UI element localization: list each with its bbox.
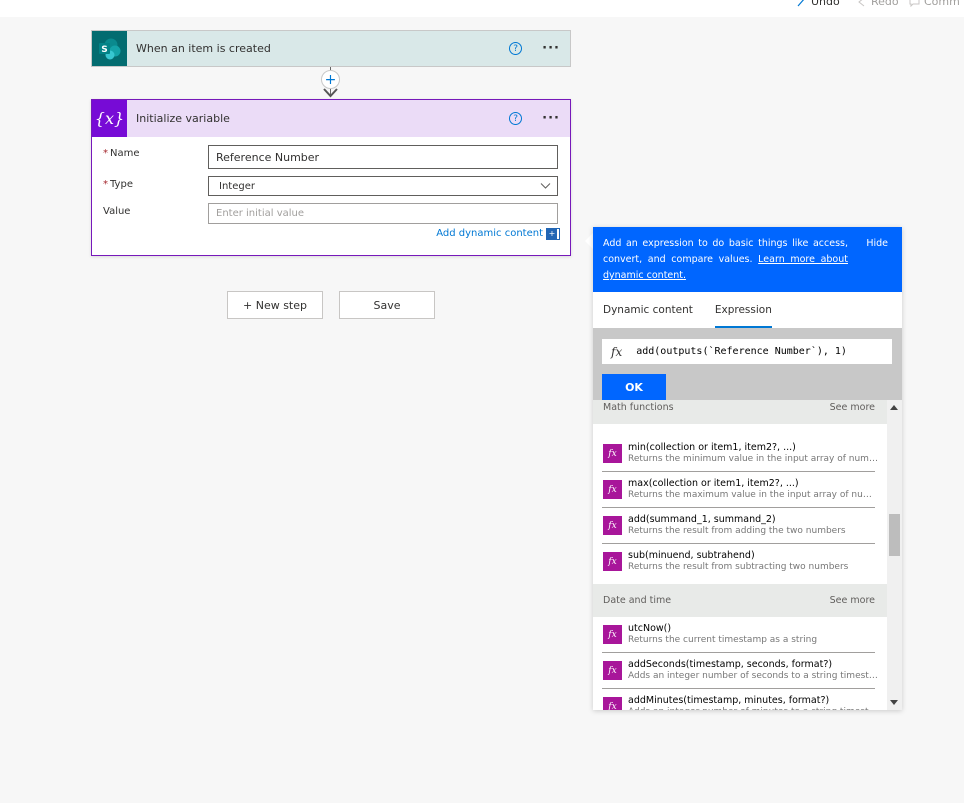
help-icon[interactable]: ? (509, 42, 523, 55)
comments-button[interactable]: Comm (909, 0, 960, 8)
scroll-down-icon[interactable] (890, 700, 898, 705)
add-dynamic-content-link[interactable]: Add dynamic content + (436, 227, 560, 240)
expression-area: fx add(outputs(`Reference Number`), 1) O… (593, 328, 902, 400)
section-header-datetime: Date and time See more (593, 584, 887, 617)
function-name: addMinutes(timestamp, minutes, format?) (628, 695, 830, 706)
redo-label: Redo (871, 0, 899, 8)
redo-button[interactable]: Redo (856, 0, 899, 8)
panel-tabs: Dynamic content Expression (593, 292, 902, 328)
trigger-card[interactable]: S When an item is created ? ··· (91, 30, 571, 67)
function-name: add(summand_1, summand_2) (628, 514, 776, 525)
sharepoint-icon: S (92, 31, 127, 66)
value-input[interactable]: Enter initial value (208, 203, 558, 224)
add-dynamic-content-icon: + (546, 227, 560, 240)
function-item[interactable]: fx addSeconds(timestamp, seconds, format… (593, 653, 887, 689)
section-title: Date and time (603, 595, 672, 606)
panel-pointer (585, 233, 593, 249)
see-more-link[interactable]: See more (830, 595, 875, 606)
action-title: Initialize variable (136, 112, 230, 125)
tab-dynamic-content[interactable]: Dynamic content (603, 292, 693, 328)
function-desc: Returns the maximum value in the input a… (628, 490, 878, 500)
command-bar: Undo Redo Comm (0, 0, 964, 17)
function-item[interactable]: fx add(summand_1, summand_2) Returns the… (593, 508, 887, 544)
function-desc: Adds an integer number of seconds to a s… (628, 671, 878, 681)
name-input[interactable]: Reference Number (208, 145, 558, 169)
section-title: Math functions (603, 402, 674, 413)
info-text: Add an expression to do basic things lik… (603, 238, 848, 281)
see-more-link[interactable]: See more (830, 402, 875, 413)
function-item[interactable]: fx sub(minuend, subtrahend) Returns the … (593, 544, 887, 580)
type-select-value: Integer (219, 180, 255, 192)
fx-icon: fx (603, 661, 622, 680)
fx-icon: fx (603, 697, 622, 710)
arrow-down-icon (323, 88, 338, 98)
function-desc: Returns the result from subtracting two … (628, 562, 849, 572)
value-label: Value (103, 206, 131, 217)
function-list: Math functions See more fx min(collectio… (593, 400, 887, 710)
required-mark: * (103, 148, 108, 159)
function-name: sub(minuend, subtrahend) (628, 550, 755, 561)
scrollbar-thumb[interactable] (889, 514, 900, 556)
more-options-icon[interactable]: ··· (542, 42, 560, 55)
fx-icon: fx (611, 344, 623, 359)
function-name: utcNow() (628, 623, 672, 634)
function-name: min(collection or item1, item2?, ...) (628, 442, 796, 453)
new-step-button[interactable]: + New step (227, 291, 323, 319)
chevron-down-icon (540, 183, 551, 189)
fx-icon: fx (603, 516, 622, 535)
more-options-icon[interactable]: ··· (542, 112, 560, 125)
fx-icon: fx (603, 552, 622, 571)
undo-icon (797, 0, 805, 7)
hide-button[interactable]: Hide (866, 236, 888, 252)
function-item[interactable]: fx addMinutes(timestamp, minutes, format… (593, 689, 887, 710)
insert-step-button[interactable]: + (321, 70, 340, 89)
function-desc: Returns the minimum value in the input a… (628, 454, 878, 464)
fx-icon: fx (603, 444, 622, 463)
comment-icon (909, 0, 920, 7)
ok-button[interactable]: OK (602, 374, 666, 400)
variable-icon: {x} (92, 100, 127, 137)
function-item[interactable]: fx max(collection or item1, item2?, ...)… (593, 472, 887, 508)
function-desc: Returns the result from adding the two n… (628, 526, 846, 536)
tab-expression[interactable]: Expression (714, 292, 772, 328)
function-name: max(collection or item1, item2?, ...) (628, 478, 799, 489)
save-button[interactable]: Save (339, 291, 435, 319)
expression-text: add(outputs(`Reference Number`), 1) (636, 346, 847, 357)
function-desc: Returns the current timestamp as a strin… (628, 635, 818, 645)
panel-info-banner: Add an expression to do basic things lik… (593, 227, 902, 292)
function-item[interactable]: fx utcNow() Returns the current timestam… (593, 617, 887, 653)
action-header[interactable]: {x} Initialize variable ? ··· (92, 100, 570, 137)
redo-icon (858, 0, 865, 7)
function-desc: Adds an integer number of minutes to a s… (628, 707, 878, 710)
scroll-up-icon[interactable] (890, 405, 898, 410)
add-dynamic-content-label: Add dynamic content (436, 228, 543, 239)
help-icon[interactable]: ? (509, 112, 523, 125)
type-label: * Type (103, 179, 133, 190)
section-header-math: Math functions See more (593, 400, 887, 424)
fx-icon: fx (603, 480, 622, 499)
function-item[interactable]: fx min(collection or item1, item2?, ...)… (593, 436, 887, 472)
dynamic-content-panel: Add an expression to do basic things lik… (593, 227, 902, 710)
plus-icon: + (324, 71, 337, 88)
expression-input[interactable]: fx add(outputs(`Reference Number`), 1) (602, 339, 892, 364)
svg-text:S: S (101, 45, 107, 55)
undo-label: Undo (811, 0, 840, 8)
trigger-title: When an item is created (136, 42, 271, 55)
comments-label: Comm (924, 0, 960, 8)
type-select[interactable]: Integer (208, 176, 558, 196)
function-name: addSeconds(timestamp, seconds, format?) (628, 659, 833, 670)
required-mark: * (103, 179, 108, 190)
fx-icon: fx (603, 625, 622, 644)
name-label: * Name (103, 148, 140, 159)
initialize-variable-card: {x} Initialize variable ? ··· * Name Refe… (91, 99, 571, 256)
function-list-scrollbar[interactable] (887, 400, 902, 710)
undo-button[interactable]: Undo (796, 0, 840, 8)
